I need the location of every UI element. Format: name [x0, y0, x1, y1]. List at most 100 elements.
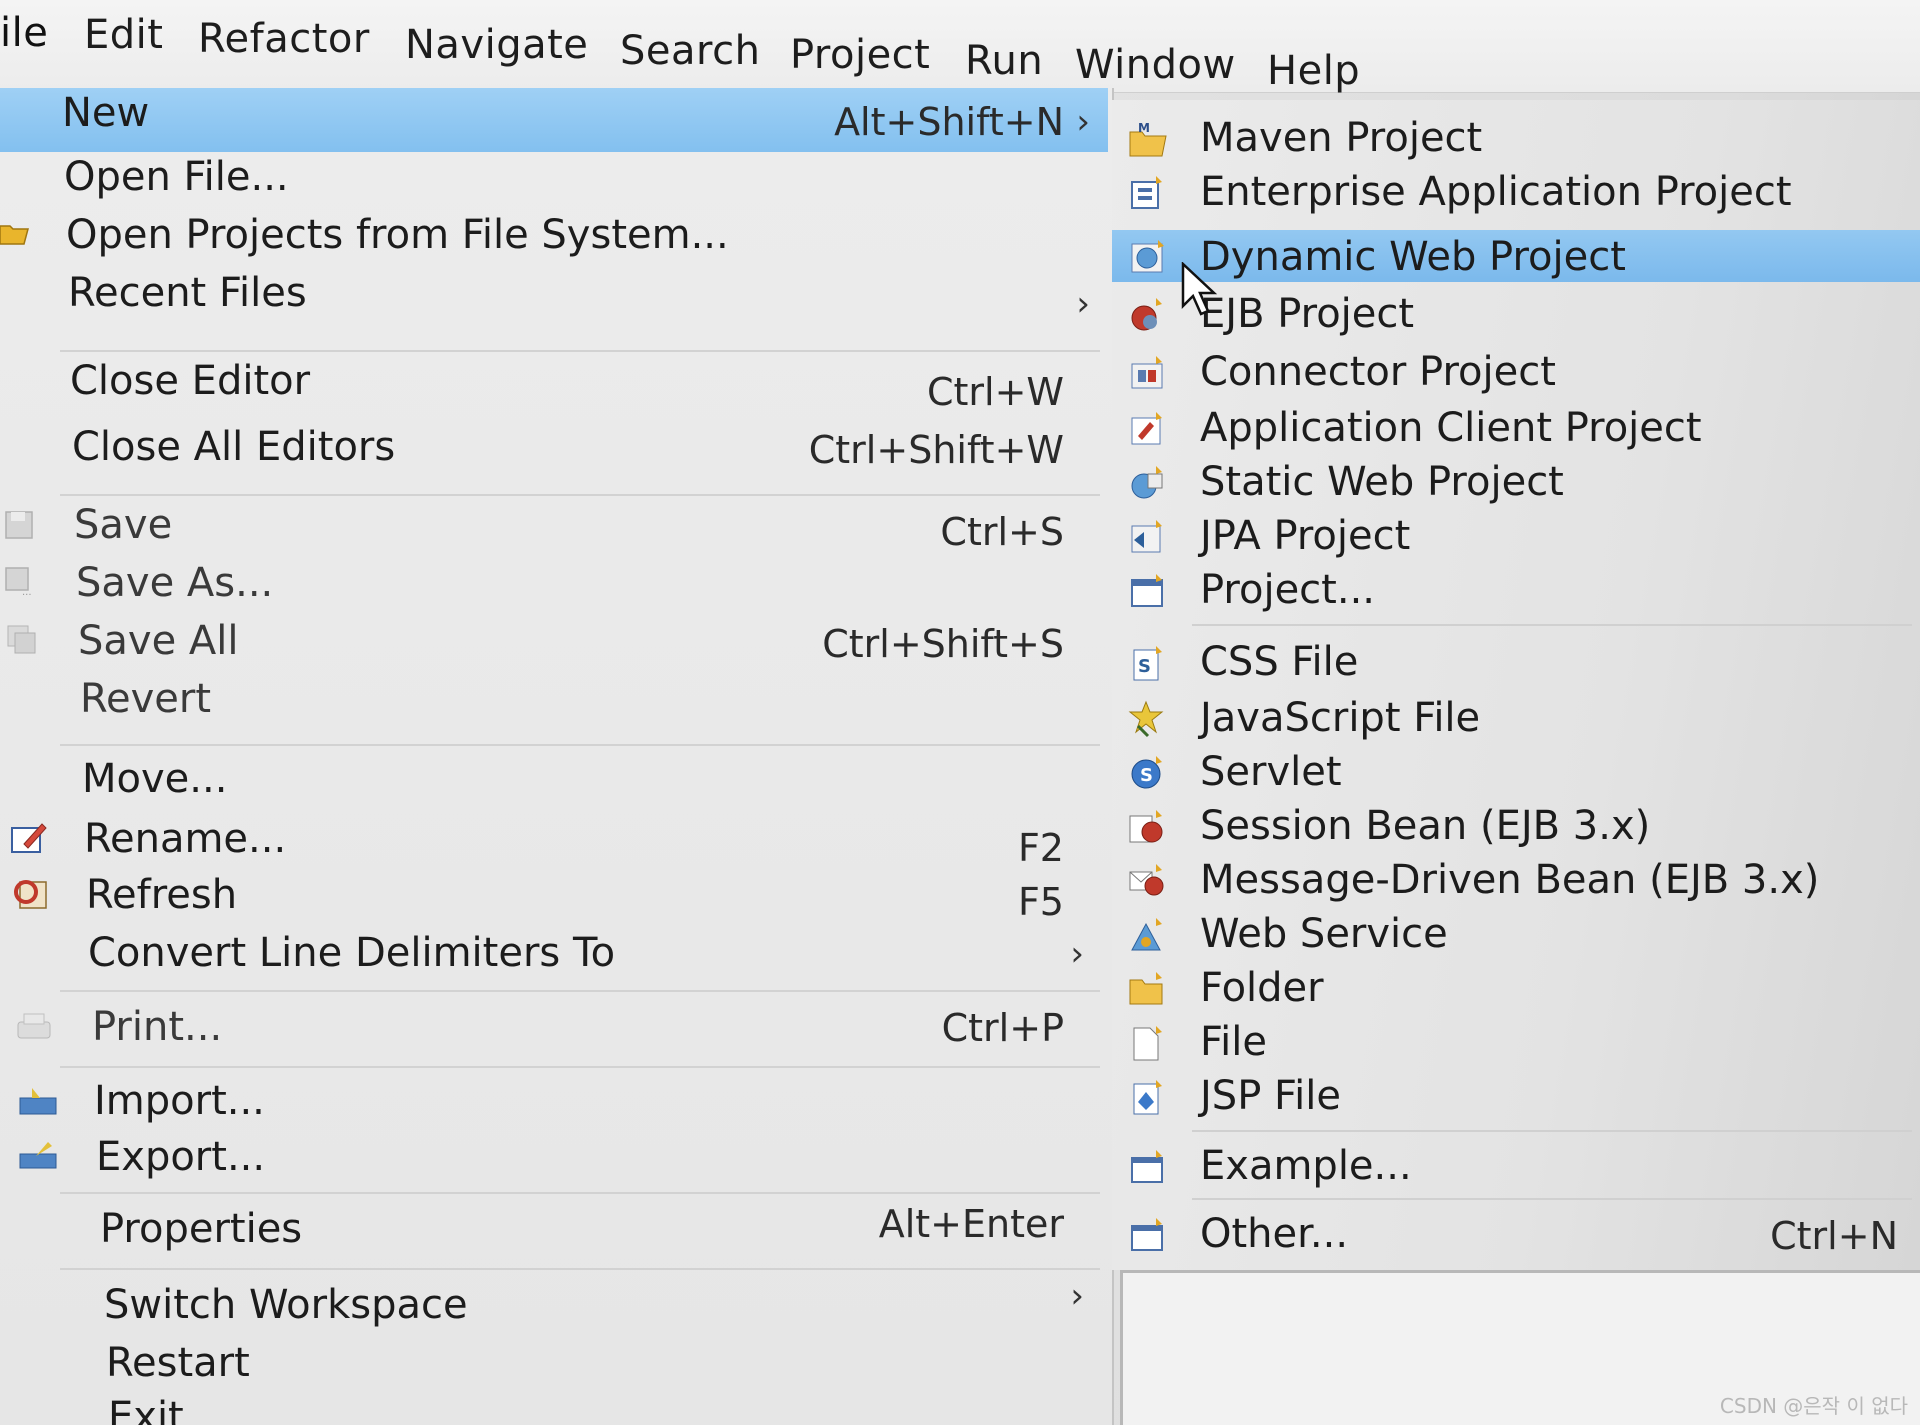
menu-item-label: Rename...	[84, 816, 287, 862]
submenu-item-label: Enterprise Application Project	[1200, 169, 1792, 215]
menu-item-close-editor[interactable]: Close Editor Ctrl+W	[0, 352, 1108, 414]
menu-item-open-projects[interactable]: Open Projects from File System...	[0, 206, 1108, 262]
menu-item-label: Revert	[80, 676, 212, 722]
web-service-icon	[1128, 916, 1166, 952]
session-bean-icon	[1128, 808, 1166, 844]
menu-item-revert[interactable]: Revert	[0, 670, 1108, 726]
menu-search[interactable]: Search	[620, 28, 760, 74]
mouse-cursor-icon	[1181, 261, 1221, 322]
submenu-item-message-driven-bean[interactable]: Message-Driven Bean (EJB 3.x)	[1112, 852, 1920, 906]
save-all-icon	[6, 624, 40, 658]
menu-item-label: Convert Line Delimiters To	[88, 930, 616, 976]
submenu-item-css-file[interactable]: S CSS File	[1112, 634, 1920, 688]
other-icon	[1128, 1216, 1166, 1252]
menu-item-label: Save	[74, 502, 173, 548]
menu-item-export[interactable]: Export...	[0, 1128, 1108, 1184]
save-icon	[4, 510, 38, 544]
menu-separator	[60, 1268, 1100, 1270]
menu-item-shortcut: Ctrl+S	[940, 510, 1064, 554]
submenu-item-folder[interactable]: Folder	[1112, 960, 1920, 1014]
menu-item-open-file[interactable]: Open File...	[0, 148, 1108, 204]
submenu-item-file[interactable]: File	[1112, 1014, 1920, 1068]
submenu-item-ejb-project[interactable]: EJB Project	[1112, 286, 1920, 340]
menu-separator	[60, 1192, 1100, 1194]
menu-refactor[interactable]: Refactor	[198, 16, 370, 62]
menu-item-restart[interactable]: Restart	[0, 1334, 1108, 1390]
submenu-item-web-service[interactable]: Web Service	[1112, 906, 1920, 960]
submenu-item-servlet[interactable]: S Servlet	[1112, 744, 1920, 798]
submenu-item-label: File	[1200, 1019, 1267, 1065]
submenu-item-jpa-project[interactable]: JPA Project	[1112, 508, 1920, 562]
rename-icon	[10, 820, 47, 854]
menu-window[interactable]: Window	[1075, 42, 1236, 88]
export-icon	[18, 1140, 57, 1174]
servlet-icon: S	[1128, 754, 1166, 790]
submenu-item-static-web-project[interactable]: Static Web Project	[1112, 454, 1920, 508]
submenu-item-project[interactable]: Project...	[1112, 562, 1920, 616]
file-menu: New Alt+Shift+N › Open File... Open Proj…	[0, 88, 1114, 1425]
submenu-item-dynamic-web-project[interactable]: Dynamic Web Project	[1112, 230, 1920, 282]
submenu-item-jsp-file[interactable]: JSP File	[1112, 1068, 1920, 1122]
menu-item-shortcut: F2	[1017, 826, 1064, 870]
menu-item-label: Restart	[106, 1340, 250, 1386]
menu-item-label: Refresh	[86, 872, 238, 918]
menu-item-save-as[interactable]: ... Save As...	[0, 554, 1108, 610]
menu-project[interactable]: Project	[790, 32, 930, 78]
menu-item-import[interactable]: Import...	[0, 1072, 1108, 1128]
menu-navigate[interactable]: Navigate	[405, 22, 588, 68]
menu-item-shortcut: Ctrl+W	[926, 370, 1064, 414]
submenu-item-label: Connector Project	[1200, 349, 1556, 395]
submenu-item-enterprise-application-project[interactable]: Enterprise Application Project	[1112, 164, 1920, 218]
menu-item-close-all-editors[interactable]: Close All Editors Ctrl+Shift+W	[0, 418, 1108, 474]
menu-item-shortcut: Alt+Enter	[878, 1202, 1064, 1246]
menu-item-shortcut: Ctrl+Shift+S	[822, 622, 1064, 666]
menu-item-move[interactable]: Move...	[0, 750, 1108, 806]
submenu-item-label: Folder	[1200, 965, 1324, 1011]
submenu-item-session-bean[interactable]: Session Bean (EJB 3.x)	[1112, 798, 1920, 852]
menu-run[interactable]: Run	[965, 38, 1043, 84]
menu-item-shortcut: Ctrl+Shift+W	[808, 428, 1064, 472]
submenu-item-label: EJB Project	[1200, 291, 1415, 337]
svg-text:S: S	[1138, 656, 1151, 677]
submenu-item-label: Project...	[1200, 567, 1375, 613]
menu-item-shortcut: F5	[1017, 880, 1064, 924]
menu-item-save[interactable]: Save Ctrl+S	[0, 496, 1108, 554]
menu-item-save-all[interactable]: Save All Ctrl+Shift+S	[0, 612, 1108, 668]
ejb-project-icon	[1128, 296, 1166, 332]
submenu-separator	[1192, 1130, 1912, 1132]
menu-file[interactable]: ile	[0, 10, 48, 56]
menu-item-exit[interactable]: Exit	[0, 1388, 1108, 1425]
dynamic-web-project-icon	[1128, 238, 1166, 274]
menu-item-rename[interactable]: Rename... F2	[0, 810, 1108, 870]
menu-item-properties[interactable]: Properties Alt+Enter	[0, 1200, 1108, 1256]
submenu-item-label: Session Bean (EJB 3.x)	[1200, 803, 1651, 849]
screen: ile Edit Refactor Navigate Search Projec…	[0, 0, 1920, 1425]
menu-item-new[interactable]: New Alt+Shift+N ›	[0, 88, 1108, 152]
submenu-item-javascript-file[interactable]: JavaScript File	[1112, 690, 1920, 744]
menu-item-print[interactable]: Print... Ctrl+P	[0, 998, 1108, 1054]
menu-item-switch-workspace[interactable]: Switch Workspace ›	[0, 1276, 1108, 1332]
submenu-item-label: Static Web Project	[1200, 459, 1564, 505]
chevron-right-icon: ›	[1076, 284, 1090, 324]
submenu-item-example[interactable]: Example...	[1112, 1138, 1920, 1192]
menu-help[interactable]: Help	[1267, 48, 1360, 94]
submenu-item-label: JSP File	[1200, 1073, 1341, 1119]
menu-item-label: Close Editor	[70, 358, 311, 404]
menu-item-label: Save As...	[76, 560, 274, 606]
menu-item-convert-line-delimiters[interactable]: Convert Line Delimiters To ›	[0, 924, 1108, 980]
menu-item-refresh[interactable]: Refresh F5	[0, 866, 1108, 924]
menu-bar: ile Edit Refactor Navigate Search Projec…	[0, 0, 1920, 94]
submenu-item-connector-project[interactable]: Connector Project	[1112, 344, 1920, 398]
message-driven-bean-icon	[1128, 862, 1166, 898]
submenu-item-label: Application Client Project	[1200, 405, 1702, 451]
menu-edit[interactable]: Edit	[84, 12, 163, 58]
svg-text:S: S	[1140, 765, 1153, 786]
submenu-item-application-client-project[interactable]: Application Client Project	[1112, 400, 1920, 454]
menu-item-recent-files[interactable]: Recent Files ›	[0, 264, 1108, 324]
chevron-right-icon: ›	[1070, 934, 1084, 974]
jpa-project-icon	[1128, 518, 1166, 554]
submenu-item-other[interactable]: Other... Ctrl+N	[1112, 1206, 1920, 1260]
project-icon	[1128, 572, 1166, 608]
submenu-item-maven-project[interactable]: M Maven Project	[1112, 110, 1920, 164]
submenu-item-label: JavaScript File	[1200, 695, 1481, 741]
